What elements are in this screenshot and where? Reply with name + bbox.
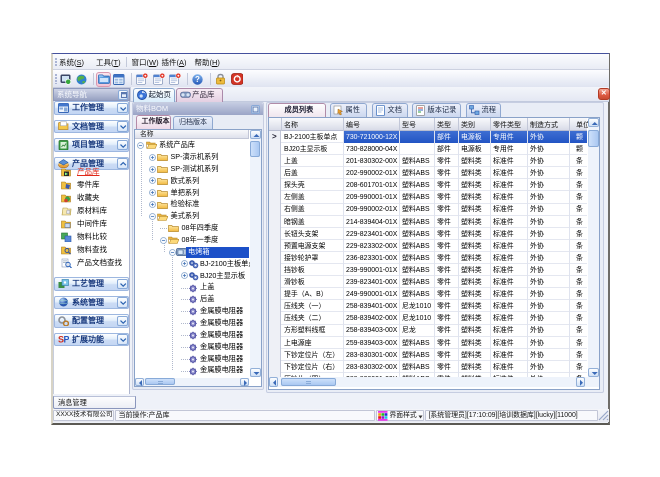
svg-text:P: P [64, 335, 70, 345]
svg-text:?: ? [195, 75, 200, 84]
